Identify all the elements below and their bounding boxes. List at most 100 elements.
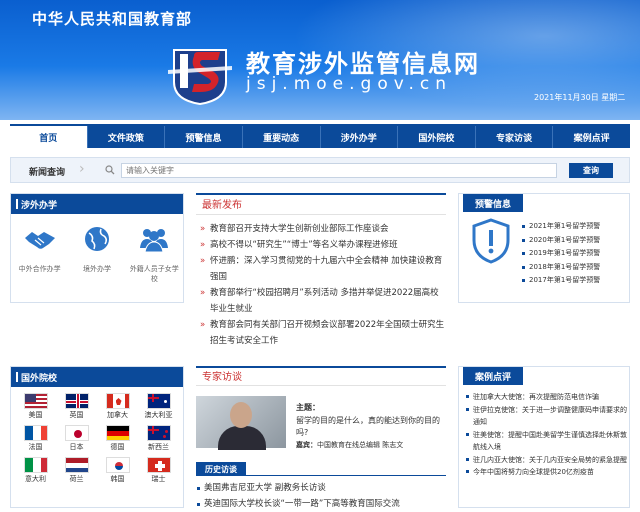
country-netherlands[interactable]: 荷兰 [56, 457, 97, 485]
foreign-schools-panel: 国外院校 美国 英国 加拿大 澳大利亚 法国 日本 德国 新西兰 意大利 荷兰 … [10, 366, 184, 508]
foreign-schools-title[interactable]: 国外院校 [11, 367, 183, 387]
germany-flag-icon [105, 425, 130, 441]
warnings-panel: 预警信息 2021年第1号留学预警 2020年第1号留学预警 2019年第1号留… [458, 193, 630, 303]
country-name: 澳大利亚 [144, 411, 173, 419]
news-item[interactable]: 高校不得以“研究生”“博士”等名义举办课程进修班 [196, 237, 446, 253]
case-item[interactable]: 驻伊拉克使馆：关于进一步调整健康码申请要求的通知 [465, 404, 627, 429]
guest-label: 嘉宾： [296, 441, 317, 449]
country-france[interactable]: 法国 [15, 425, 56, 453]
people-icon [140, 229, 169, 253]
search-icon [105, 165, 115, 175]
ministry-name[interactable]: 中华人民共和国教育部 [32, 8, 192, 29]
case-review-title[interactable]: 案例点评 [463, 367, 523, 385]
history-item[interactable]: 英迪国际大学校长谈“一带一路”下高等教育国际交流 [196, 496, 400, 512]
search-input[interactable] [121, 163, 557, 178]
news-item[interactable]: 怀进鹏：深入学习贯彻党的十九届六中全会精神 加快建设教育强国 [196, 253, 446, 285]
overseas-schooling-link[interactable]: 境外办学 [70, 224, 124, 284]
globe-icon [84, 227, 109, 251]
history-item[interactable]: 美国弗吉尼亚大学 副教务长访谈 [196, 480, 400, 496]
news-item[interactable]: 教育部会同有关部门召开视频会议部署2022年全国硕士研究生招生考试安全工作 [196, 317, 446, 349]
country-name: 加拿大 [107, 411, 128, 419]
news-item[interactable]: 教育部召开支持大学生创新创业部际工作座谈会 [196, 221, 446, 237]
japan-flag-icon [64, 425, 89, 441]
australia-flag-icon [146, 393, 171, 409]
foreign-schooling-panel: 涉外办学 中外合作办学 境外办学 外籍人员子女学校 [10, 193, 184, 303]
nav-news[interactable]: 重要动态 [243, 126, 321, 148]
case-item[interactable]: 驻美使馆：提醒中国赴美留学生谨慎选择赴休斯敦航线入境 [465, 429, 627, 454]
foreign-schooling-title[interactable]: 涉外办学 [11, 194, 183, 214]
chevron-right-icon: › [79, 161, 85, 177]
usa-flag-icon [23, 393, 48, 409]
site-domain: jsj.moe.gov.cn [246, 74, 452, 94]
country-uk[interactable]: 英国 [56, 393, 97, 421]
nav-warnings[interactable]: 预警信息 [165, 126, 243, 148]
search-button[interactable]: 查询 [569, 163, 613, 178]
country-name: 美国 [28, 411, 43, 419]
country-name: 英国 [69, 411, 84, 419]
country-name: 德国 [110, 443, 125, 451]
warning-item[interactable]: 2017年第1号留学预警 [521, 274, 600, 288]
country-korea[interactable]: 韩国 [97, 457, 138, 485]
warning-item[interactable]: 2018年第1号留学预警 [521, 261, 600, 275]
country-name: 法国 [28, 443, 43, 451]
nav-interviews[interactable]: 专家访谈 [476, 126, 554, 148]
cooperative-schooling-label: 中外合作办学 [18, 265, 61, 273]
netherlands-flag-icon [64, 457, 89, 473]
country-name: 意大利 [25, 475, 46, 483]
latest-news-panel: 最新发布 教育部召开支持大学生创新创业部际工作座谈会 高校不得以“研究生”“博士… [196, 193, 446, 349]
country-name: 新西兰 [148, 443, 169, 451]
site-banner: 中华人民共和国教育部 教育涉外监管信息网 jsj.moe.gov.cn 2021… [0, 0, 640, 120]
country-germany[interactable]: 德国 [97, 425, 138, 453]
warning-item[interactable]: 2019年第1号留学预警 [521, 247, 600, 261]
interview-guest: 嘉宾：中国教育在线总编辑 陈志文 [296, 440, 403, 450]
main-nav: 首页 文件政策 预警信息 重要动态 涉外办学 国外院校 专家访谈 案例点评 [10, 124, 630, 148]
nav-home[interactable]: 首页 [10, 126, 88, 148]
korea-flag-icon [105, 457, 130, 473]
country-new-zealand[interactable]: 新西兰 [138, 425, 179, 453]
country-usa[interactable]: 美国 [15, 393, 56, 421]
country-italy[interactable]: 意大利 [15, 457, 56, 485]
divider [246, 475, 446, 476]
uk-flag-icon [64, 393, 89, 409]
case-item[interactable]: 驻加拿大大使馆：再次提醒防范电信诈骗 [465, 391, 627, 404]
warning-item[interactable]: 2021年第1号留学预警 [521, 220, 600, 234]
country-name: 荷兰 [69, 475, 84, 483]
nav-cases[interactable]: 案例点评 [553, 126, 630, 148]
overseas-schooling-label: 境外办学 [82, 265, 111, 273]
case-review-panel: 案例点评 驻加拿大大使馆：再次提醒防范电信诈骗 驻伊拉克使馆：关于进一步调整健康… [458, 366, 630, 508]
case-item[interactable]: 今年中国将努力向全球提供20亿剂疫苗 [465, 466, 627, 479]
history-interviews-tab[interactable]: 历史访谈 [196, 462, 246, 476]
shield-alert-icon [472, 218, 510, 264]
case-item[interactable]: 驻几内亚大使馆：关于几内亚安全局势的紧急提醒 [465, 454, 627, 467]
guest-name: 中国教育在线总编辑 陈志文 [317, 441, 404, 449]
expert-interview-panel: 专家访谈 主题： 留学的目的是什么，真的能达到你的目的吗? 嘉宾：中国教育在线总… [196, 366, 446, 509]
nav-foreign-schools[interactable]: 国外院校 [398, 126, 476, 148]
country-japan[interactable]: 日本 [56, 425, 97, 453]
warnings-title[interactable]: 预警信息 [463, 194, 523, 212]
expat-children-schools-link[interactable]: 外籍人员子女学校 [127, 224, 181, 284]
latest-news-title[interactable]: 最新发布 [196, 193, 446, 215]
warning-item[interactable]: 2020年第1号留学预警 [521, 234, 600, 248]
france-flag-icon [23, 425, 48, 441]
cooperative-schooling-link[interactable]: 中外合作办学 [13, 224, 67, 284]
guest-photo[interactable] [196, 396, 286, 450]
expert-interview-title[interactable]: 专家访谈 [196, 366, 446, 386]
nav-policies[interactable]: 文件政策 [88, 126, 166, 148]
nav-foreign-schooling[interactable]: 涉外办学 [321, 126, 399, 148]
current-date: 2021年11月30日 星期二 [534, 93, 626, 102]
interview-topic[interactable]: 留学的目的是什么，真的能达到你的目的吗? [296, 415, 446, 439]
search-title: 新闻查询 [29, 168, 66, 178]
country-name: 瑞士 [151, 475, 166, 483]
handshake-icon [24, 232, 55, 249]
news-item[interactable]: 教育部举行“校园招聘月”系列活动 多措并举促进2022届高校毕业生就业 [196, 285, 446, 317]
site-logo-icon[interactable] [168, 40, 232, 106]
expat-children-schools-label: 外籍人员子女学校 [129, 265, 179, 283]
country-canada[interactable]: 加拿大 [97, 393, 138, 421]
country-australia[interactable]: 澳大利亚 [138, 393, 179, 421]
italy-flag-icon [23, 457, 48, 473]
country-name: 日本 [69, 443, 84, 451]
country-switzerland[interactable]: 瑞士 [138, 457, 179, 485]
news-search-bar: 新闻查询 › 查询 [10, 157, 630, 183]
country-name: 韩国 [110, 475, 125, 483]
canada-flag-icon [105, 393, 130, 409]
